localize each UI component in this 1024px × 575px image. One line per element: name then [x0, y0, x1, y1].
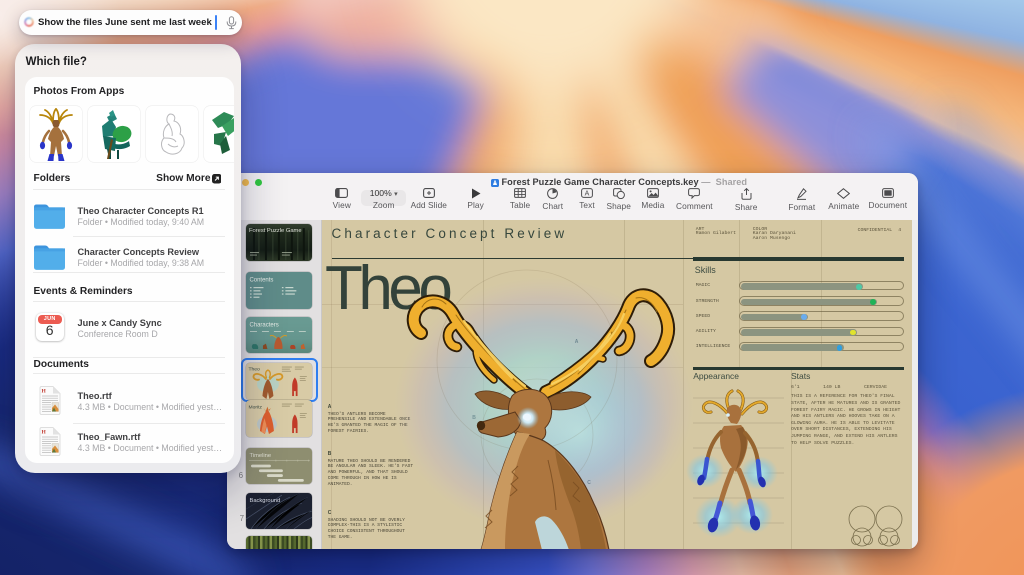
svg-text:H: H	[42, 429, 47, 435]
svg-text:Moritz: Moritz	[248, 405, 262, 411]
svg-text:H: H	[42, 388, 47, 394]
svg-text:Background: Background	[249, 498, 280, 504]
svg-text:Theo: Theo	[248, 367, 260, 373]
svg-text:Timeline: Timeline	[249, 453, 271, 459]
svg-text:Forest Puzzle Game: Forest Puzzle Game	[249, 229, 302, 235]
svg-text:Contents: Contents	[249, 278, 273, 284]
svg-text:Characters: Characters	[249, 323, 278, 329]
